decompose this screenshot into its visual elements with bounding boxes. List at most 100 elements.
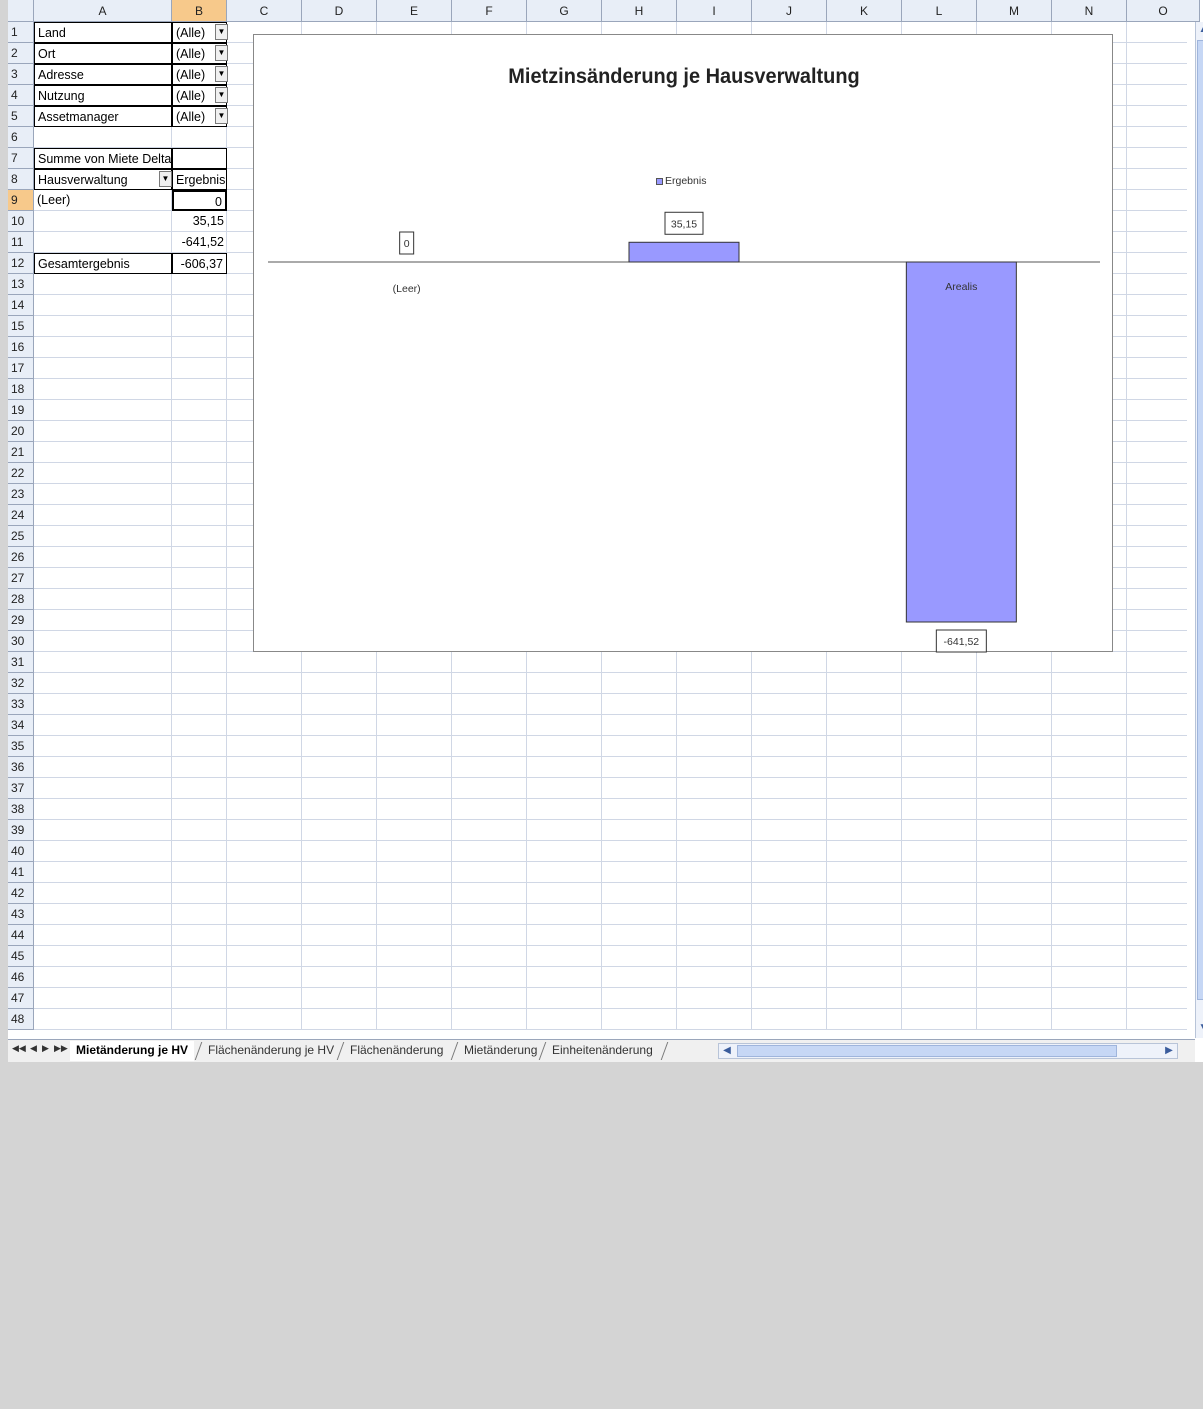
column-header-d[interactable]: D (302, 0, 377, 22)
filter-label-adresse[interactable]: Adresse (34, 64, 172, 85)
row-header[interactable]: 33 (8, 694, 34, 715)
filter-dropdown-nutzung[interactable]: ▼ (215, 87, 228, 103)
filter-dropdown-assetmanager[interactable]: ▼ (215, 108, 228, 124)
filter-label-land[interactable]: Land (34, 22, 172, 43)
row-header[interactable]: 37 (8, 778, 34, 799)
filter-dropdown-land[interactable]: ▼ (215, 24, 228, 40)
tab-mietaenderung[interactable]: Mietänderung (458, 1041, 543, 1061)
pivot-row-label[interactable]: (Leer) (34, 190, 172, 211)
pivot-row-field[interactable]: Hausverwaltung (34, 169, 172, 190)
tab-flaechenaenderung[interactable]: Flächenänderung (344, 1041, 449, 1061)
pivot-data-field[interactable]: Summe von Miete Delta (34, 148, 172, 169)
row-header[interactable]: 40 (8, 841, 34, 862)
column-header-k[interactable]: K (827, 0, 902, 22)
next-sheet-icon[interactable]: ▶ (42, 1043, 49, 1054)
row-header[interactable]: 18 (8, 379, 34, 400)
row-header[interactable]: 42 (8, 883, 34, 904)
column-header-b[interactable]: B (172, 0, 227, 22)
column-header-m[interactable]: M (977, 0, 1052, 22)
row-header[interactable]: 21 (8, 442, 34, 463)
column-header-h[interactable]: H (602, 0, 677, 22)
row-header[interactable]: 24 (8, 505, 34, 526)
tab-einheitenaenderung[interactable]: Einheitenänderung (546, 1041, 659, 1061)
pivot-row-value[interactable]: -641,52 (172, 232, 227, 253)
row-header[interactable]: 7 (8, 148, 34, 169)
prev-sheet-icon[interactable]: ◀ (30, 1043, 37, 1054)
row-header[interactable]: 36 (8, 757, 34, 778)
vertical-scrollbar[interactable]: ▲ ▼ (1195, 22, 1203, 1038)
chart-object[interactable]: Mietzinsänderung je Hausverwaltung Ergeb… (253, 34, 1113, 653)
tab-flaechenaenderung-je-hv[interactable]: Flächenänderung je HV (202, 1041, 340, 1061)
row-field-dropdown[interactable]: ▼ (159, 171, 172, 187)
row-header[interactable]: 22 (8, 463, 34, 484)
filter-dropdown-adresse[interactable]: ▼ (215, 66, 228, 82)
select-all-corner[interactable] (8, 0, 34, 22)
row-header[interactable]: 11 (8, 232, 34, 253)
row-header[interactable]: 30 (8, 631, 34, 652)
row-header[interactable]: 43 (8, 904, 34, 925)
column-header-g[interactable]: G (527, 0, 602, 22)
row-header[interactable]: 34 (8, 715, 34, 736)
row-header[interactable]: 47 (8, 988, 34, 1009)
row-header[interactable]: 20 (8, 421, 34, 442)
row-header[interactable]: 35 (8, 736, 34, 757)
column-header-i[interactable]: I (677, 0, 752, 22)
pivot-row-value[interactable]: 35,15 (172, 211, 227, 232)
row-header[interactable]: 31 (8, 652, 34, 673)
row-header[interactable]: 17 (8, 358, 34, 379)
scroll-down-icon[interactable]: ▼ (1196, 1020, 1203, 1036)
scroll-up-icon[interactable]: ▲ (1196, 22, 1203, 38)
row-header[interactable]: 46 (8, 967, 34, 988)
column-header-n[interactable]: N (1052, 0, 1127, 22)
row-header[interactable]: 45 (8, 946, 34, 967)
first-sheet-icon[interactable]: ◀◀ (12, 1043, 26, 1054)
cell-grid[interactable]: Land (Alle) ▼ Ort (Alle) ▼ Adresse (Alle… (34, 22, 1200, 1030)
row-header[interactable]: 16 (8, 337, 34, 358)
scroll-left-icon[interactable]: ◀ (719, 1044, 735, 1058)
last-sheet-icon[interactable]: ▶▶ (54, 1043, 68, 1054)
column-header-o[interactable]: O (1127, 0, 1200, 22)
row-header[interactable]: 3 (8, 64, 34, 85)
pivot-row-label[interactable] (34, 232, 172, 253)
filter-dropdown-ort[interactable]: ▼ (215, 45, 228, 61)
column-header-l[interactable]: L (902, 0, 977, 22)
row-header[interactable]: 38 (8, 799, 34, 820)
row-header[interactable]: 19 (8, 400, 34, 421)
column-header-a[interactable]: A (34, 0, 172, 22)
horizontal-scrollbar[interactable]: ◀ ▶ (718, 1043, 1178, 1059)
column-header-c[interactable]: C (227, 0, 302, 22)
row-header[interactable]: 13 (8, 274, 34, 295)
pivot-result-header[interactable]: Ergebnis (172, 169, 227, 190)
tab-mietaenderung-je-hv[interactable]: Mietänderung je HV (70, 1041, 195, 1061)
row-header[interactable]: 4 (8, 85, 34, 106)
row-header[interactable]: 29 (8, 610, 34, 631)
horizontal-scroll-thumb[interactable] (737, 1045, 1117, 1057)
row-header[interactable]: 2 (8, 43, 34, 64)
filter-label-nutzung[interactable]: Nutzung (34, 85, 172, 106)
pivot-total-label[interactable]: Gesamtergebnis (34, 253, 172, 274)
row-header[interactable]: 39 (8, 820, 34, 841)
row-header[interactable]: 14 (8, 295, 34, 316)
pivot-row-label[interactable] (34, 211, 172, 232)
row-header[interactable]: 5 (8, 106, 34, 127)
column-header-f[interactable]: F (452, 0, 527, 22)
row-header[interactable]: 44 (8, 925, 34, 946)
pivot-row-value[interactable]: 0 (172, 190, 227, 211)
pivot-data-field-blank[interactable] (172, 148, 227, 169)
row-header[interactable]: 25 (8, 526, 34, 547)
row-header[interactable]: 32 (8, 673, 34, 694)
row-header[interactable]: 8 (8, 169, 34, 190)
scroll-right-icon[interactable]: ▶ (1161, 1044, 1177, 1058)
filter-label-ort[interactable]: Ort (34, 43, 172, 64)
row-header[interactable]: 15 (8, 316, 34, 337)
row-header[interactable]: 1 (8, 22, 34, 43)
filter-label-assetmanager[interactable]: Assetmanager (34, 106, 172, 127)
pivot-total-value[interactable]: -606,37 (172, 253, 227, 274)
row-header[interactable]: 41 (8, 862, 34, 883)
column-header-e[interactable]: E (377, 0, 452, 22)
row-header[interactable]: 27 (8, 568, 34, 589)
vertical-scroll-thumb[interactable] (1197, 40, 1203, 1000)
row-header[interactable]: 23 (8, 484, 34, 505)
row-header[interactable]: 48 (8, 1009, 34, 1030)
column-header-j[interactable]: J (752, 0, 827, 22)
